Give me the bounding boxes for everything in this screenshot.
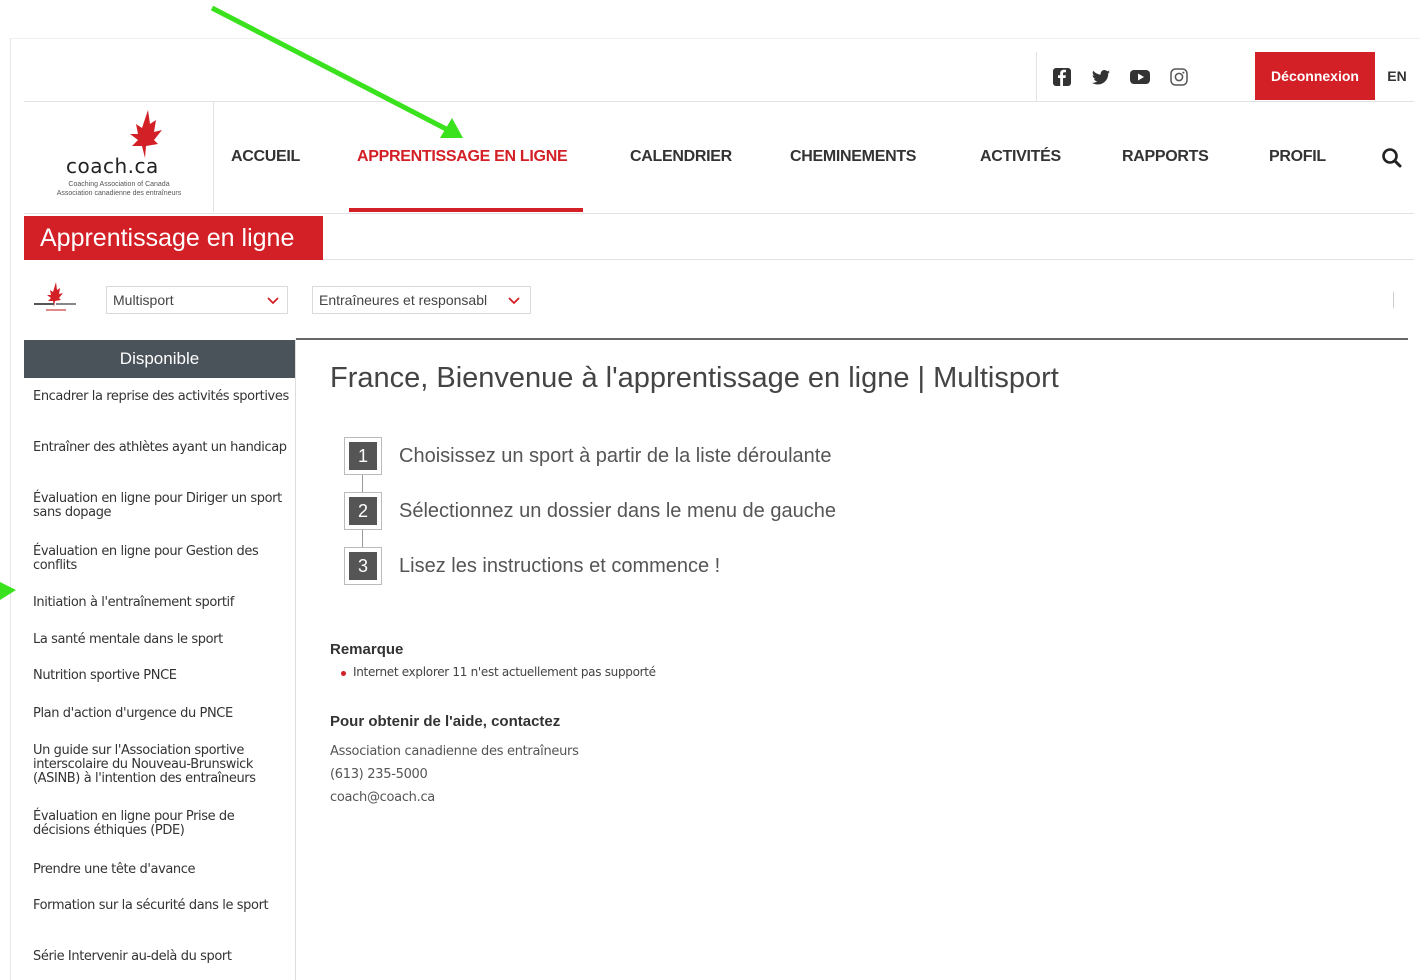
step-3: 3 Lisez les instructions et commence ! [344, 547, 1044, 585]
more-options-icon[interactable] [1392, 290, 1396, 310]
sidebar-heading: Disponible [24, 340, 295, 378]
step-number-badge: 2 [344, 492, 382, 530]
sidebar-item-nutrition-sportive[interactable]: Nutrition sportive PNCE [33, 669, 291, 683]
instagram-icon[interactable] [1168, 66, 1190, 88]
section-title: Apprentissage en ligne [24, 216, 323, 260]
nav-item-calendrier[interactable]: CALENDRIER [630, 102, 732, 212]
sidebar-item-sport-sans-dopage[interactable]: Évaluation en ligne pour Diriger un spor… [33, 492, 291, 520]
section-banner: Apprentissage en ligne [24, 214, 1414, 260]
note-title: Remarque [330, 641, 404, 658]
note-bullet [341, 671, 346, 676]
step-2: 2 Sélectionnez un dossier dans le menu d… [344, 492, 1044, 530]
nav-item-activites[interactable]: ACTIVITÉS [980, 102, 1061, 212]
main-navigation: coach.ca Coaching Association of Canada … [24, 102, 1414, 214]
step-number: 3 [349, 552, 377, 580]
search-icon[interactable] [1380, 146, 1404, 170]
language-toggle[interactable]: EN [1382, 52, 1412, 100]
sport-select-value: Multisport [113, 292, 174, 308]
audience-select-value: Entraîneures et responsabl [319, 292, 488, 308]
audience-select[interactable]: Entraîneures et responsabl [312, 286, 531, 314]
logo-wordmark: coach.ca [66, 154, 159, 178]
step-text: Choisissez un sport à partir de la liste… [399, 445, 832, 467]
frame-top-border [10, 38, 1420, 39]
nav-item-apprentissage-en-ligne[interactable]: APPRENTISSAGE EN LIGNE [357, 102, 568, 212]
step-number: 1 [349, 442, 377, 470]
sidebar-item-intervenir-au-dela[interactable]: Série Intervenir au-delà du sport [33, 950, 291, 964]
sidebar-item-plan-action-urgence[interactable]: Plan d'action d'urgence du PNCE [33, 707, 291, 721]
maple-leaf-logo-icon [130, 110, 162, 158]
sidebar-item-sante-mentale[interactable]: La santé mentale dans le sport [33, 633, 291, 647]
nav-item-cheminements[interactable]: CHEMINEMENTS [790, 102, 916, 212]
site-logo[interactable]: coach.ca Coaching Association of Canada … [24, 102, 214, 212]
sidebar-item-encadrer-la-reprise[interactable]: Encadrer la reprise des activités sporti… [33, 390, 291, 404]
logo-subtitle-line1: Coaching Association of Canada [68, 181, 170, 188]
nav-item-rapports[interactable]: RAPPORTS [1122, 102, 1209, 212]
step-number-badge: 3 [344, 547, 382, 585]
help-email-link[interactable]: coach@coach.ca [330, 790, 435, 805]
help-phone: (613) 235-5000 [330, 767, 428, 782]
frame-left-border [10, 38, 11, 980]
help-title: Pour obtenir de l'aide, contactez [330, 713, 561, 730]
sidebar-item-athletes-handicap[interactable]: Entraîner des athlètes ayant un handicap [33, 441, 291, 455]
nav-item-accueil[interactable]: ACCUEIL [231, 102, 300, 212]
sidebar-item-decisions-ethiques[interactable]: Évaluation en ligne pour Prise de décisi… [33, 810, 291, 838]
utility-bar: Déconnexion EN [24, 52, 1414, 102]
content-divider [296, 338, 1408, 340]
step-text: Sélectionnez un dossier dans le menu de … [399, 500, 836, 522]
logo-subtitle: Coaching Association of Canada Associati… [24, 180, 214, 198]
active-nav-indicator [349, 208, 583, 212]
welcome-heading: France, Bienvenue à l'apprentissage en l… [330, 362, 1059, 394]
step-text: Lisez les instructions et commence ! [399, 555, 721, 577]
social-links [1036, 52, 1207, 102]
help-organization: Association canadienne des entraîneurs [330, 744, 579, 759]
youtube-icon[interactable] [1129, 66, 1151, 88]
twitter-icon[interactable] [1090, 66, 1112, 88]
filter-row: Multisport Entraîneures et responsabl [24, 272, 1414, 328]
sidebar-item-gestion-des-conflits[interactable]: Évaluation en ligne pour Gestion des con… [33, 545, 291, 573]
step-number: 2 [349, 497, 377, 525]
facebook-icon[interactable] [1051, 66, 1073, 88]
step-number-badge: 1 [344, 437, 382, 475]
chevron-down-icon [267, 297, 279, 305]
nav-item-profil[interactable]: PROFIL [1269, 102, 1326, 212]
annotation-arrowhead-sidebar [0, 582, 16, 600]
note-item: Internet explorer 11 n'est actuellement … [353, 665, 656, 679]
sidebar-item-initiation-entrainement[interactable]: Initiation à l'entraînement sportif [33, 596, 291, 610]
logo-subtitle-line2: Association canadienne des entraîneurs [56, 190, 182, 197]
sidebar-item-guide-asinb[interactable]: Un guide sur l'Association sportive inte… [33, 744, 291, 786]
step-1: 1 Choisissez un sport à partir de la lis… [344, 437, 1044, 475]
coach-mini-logo-icon [34, 282, 76, 311]
sidebar-item-tete-avance[interactable]: Prendre une tête d'avance [33, 863, 291, 877]
chevron-down-icon [508, 297, 520, 305]
logout-button[interactable]: Déconnexion [1255, 52, 1375, 100]
sidebar: Disponible Encadrer la reprise des activ… [24, 340, 296, 980]
sport-select[interactable]: Multisport [106, 286, 288, 314]
sidebar-item-securite-sport[interactable]: Formation sur la sécurité dans le sport [33, 899, 291, 913]
